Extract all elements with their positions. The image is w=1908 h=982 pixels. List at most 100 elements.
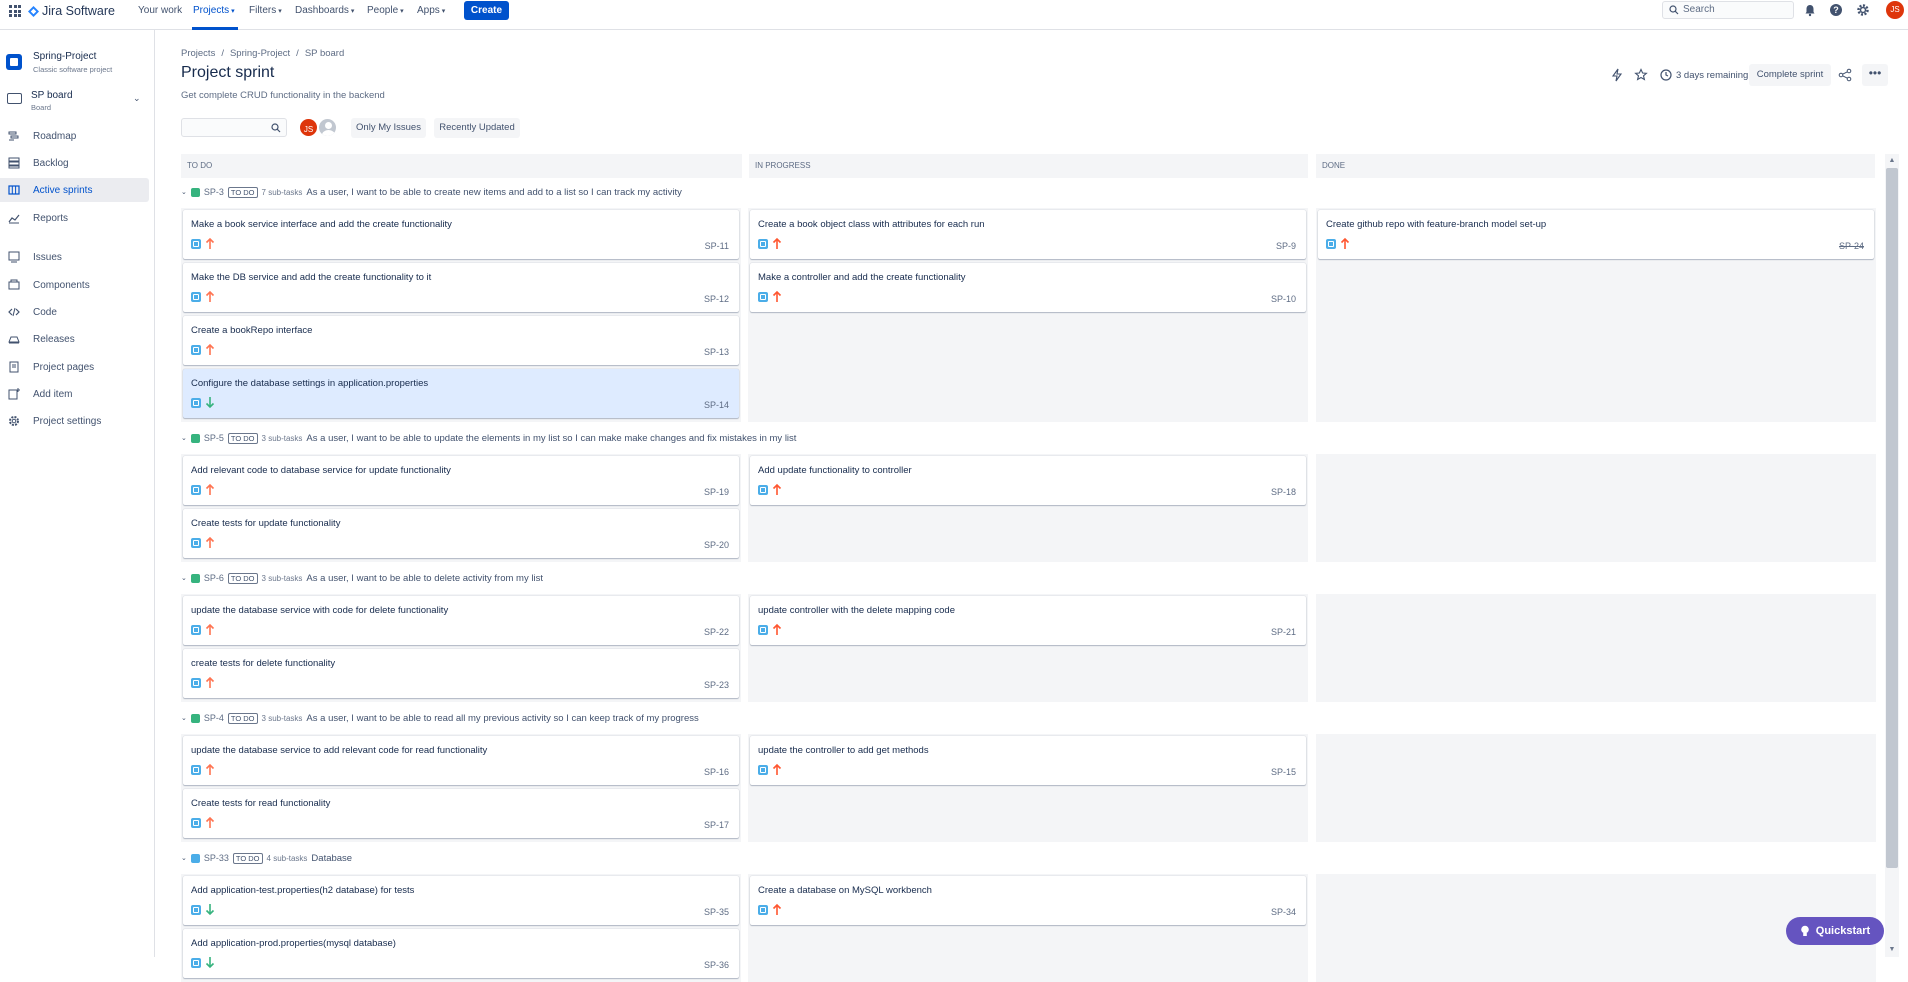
nav-your-work[interactable]: Your work [138,5,182,16]
issue-card[interactable]: update the database service with code fo… [183,596,739,645]
sidebar-item-project-pages[interactable]: Project pages [0,355,149,379]
chevron-down-icon[interactable]: ⌄ [181,714,187,722]
card-issue-key[interactable]: SP-24 [1839,241,1864,251]
parent-issue-key[interactable]: SP-33 [204,853,229,863]
parent-issue-key[interactable]: SP-3 [204,187,224,197]
complete-sprint-button[interactable]: Complete sprint [1749,64,1831,86]
card-issue-key[interactable]: SP-22 [704,627,729,637]
issue-card[interactable]: create tests for delete functionality SP-… [183,649,739,698]
sidebar-item-reports[interactable]: Reports [0,206,149,230]
sidebar-item-active-sprints[interactable]: Active sprints [0,178,149,202]
unassigned-avatar-filter[interactable] [317,117,338,138]
star-icon[interactable] [1634,68,1648,82]
chevron-down-icon[interactable]: ⌄ [181,574,187,582]
sidebar-item-backlog[interactable]: Backlog [0,151,149,175]
issue-card[interactable]: Configure the database settings in appli… [183,369,739,418]
nav-projects[interactable]: Projects ▾ [193,5,235,16]
card-issue-key[interactable]: SP-35 [704,907,729,917]
card-issue-key[interactable]: SP-10 [1271,294,1296,304]
scroll-up-arrow-icon[interactable]: ▲ [1886,155,1898,167]
nav-dashboards[interactable]: Dashboards ▾ [295,5,354,16]
card-issue-key[interactable]: SP-11 [705,241,729,251]
card-issue-key[interactable]: SP-13 [704,347,729,357]
column-header-in-progress: IN PROGRESS [749,154,1308,178]
issue-card[interactable]: Create tests for read functionality SP-17 [183,789,739,838]
settings-icon[interactable] [1856,3,1870,17]
issue-card[interactable]: Create github repo with feature-branch m… [1318,210,1874,259]
card-issue-key[interactable]: SP-36 [704,960,729,970]
chevron-down-icon[interactable]: ⌄ [181,188,187,196]
issue-card[interactable]: Make a book service interface and add th… [183,210,739,259]
scrollbar-thumb[interactable] [1886,168,1898,868]
card-issue-key[interactable]: SP-14 [704,400,729,410]
swimlane-header[interactable]: ⌄ SP-5 TO DO 3 sub-tasks As a user, I want t… [181,430,796,446]
issue-card[interactable]: Add relevant code to database service fo… [183,456,739,505]
card-title: Add relevant code to database service fo… [191,465,451,476]
issue-card[interactable]: Add application-test.properties(h2 datab… [183,876,739,925]
parent-issue-key[interactable]: SP-4 [204,713,224,723]
card-issue-key[interactable]: SP-17 [704,820,729,830]
swimlane-header[interactable]: ⌄ SP-4 TO DO 3 sub-tasks As a user, I want t… [181,710,699,726]
issue-card[interactable]: Make a controller and add the create fun… [750,263,1306,312]
notifications-icon[interactable] [1803,3,1817,17]
issue-card[interactable]: update the controller to add get methods… [750,736,1306,785]
card-issue-key[interactable]: SP-34 [1271,907,1296,917]
issue-card[interactable]: update the database service to add relev… [183,736,739,785]
card-issue-key[interactable]: SP-15 [1271,767,1296,777]
breadcrumb-projects[interactable]: Projects [181,48,215,59]
sidebar-item-issues[interactable]: Issues [0,245,149,269]
sidebar-item-releases[interactable]: Releases [0,327,149,351]
breadcrumb-board[interactable]: SP board [305,48,344,59]
sidebar-item-project-settings[interactable]: Project settings [0,409,149,433]
card-issue-key[interactable]: SP-19 [704,487,729,497]
issue-card[interactable]: Create a book object class with attribut… [750,210,1306,259]
app-switcher-icon[interactable] [9,5,21,17]
user-avatar[interactable]: JS [1886,1,1904,19]
issue-card[interactable]: update controller with the delete mappin… [750,596,1306,645]
project-name[interactable]: Spring-Project [33,51,96,62]
only-my-issues-filter[interactable]: Only My Issues [351,118,426,138]
card-issue-key[interactable]: SP-9 [1276,241,1296,251]
jira-logo[interactable]: Jira Software [28,4,115,18]
board-selector[interactable]: SP board [31,90,73,101]
board-search-input[interactable] [181,118,287,137]
swimlane-header[interactable]: ⌄ SP-33 TO DO 4 sub-tasks Database [181,850,352,866]
nav-apps[interactable]: Apps ▾ [417,5,445,16]
card-issue-key[interactable]: SP-21 [1271,627,1296,637]
chevron-down-icon[interactable]: ⌄ [181,434,187,442]
scroll-down-arrow-icon[interactable]: ▼ [1886,944,1898,956]
issue-card[interactable]: Create a bookRepo interface SP-13 [183,316,739,365]
card-issue-key[interactable]: SP-12 [704,294,729,304]
help-icon[interactable]: ? [1829,3,1843,17]
create-button[interactable]: Create [464,1,509,20]
sidebar-item-add-item[interactable]: Add item [0,382,149,406]
chevron-down-icon[interactable]: ⌄ [133,93,141,104]
issue-card[interactable]: Create tests for update functionality SP-… [183,509,739,558]
recently-updated-filter[interactable]: Recently Updated [434,118,520,138]
more-actions-button[interactable]: ••• [1862,64,1888,86]
sidebar-item-code[interactable]: Code [0,300,149,324]
card-issue-key[interactable]: SP-16 [704,767,729,777]
parent-issue-key[interactable]: SP-5 [204,433,224,443]
breadcrumb-project[interactable]: Spring-Project [230,48,290,59]
issue-card[interactable]: Add update functionality to controller SP… [750,456,1306,505]
issue-card[interactable]: Add application-prod.properties(mysql da… [183,929,739,978]
card-issue-key[interactable]: SP-23 [704,680,729,690]
sidebar-item-roadmap[interactable]: Roadmap [0,124,149,148]
swimlane-header[interactable]: ⌄ SP-3 TO DO 7 sub-tasks As a user, I want t… [181,184,682,200]
parent-issue-key[interactable]: SP-6 [204,573,224,583]
lightning-icon[interactable] [1610,68,1624,82]
search-input[interactable]: Search [1662,1,1794,19]
nav-filters[interactable]: Filters ▾ [249,5,282,16]
issue-card[interactable]: Create a database on MySQL workbench SP-3… [750,876,1306,925]
issue-card[interactable]: Make the DB service and add the create f… [183,263,739,312]
quickstart-button[interactable]: Quickstart [1786,917,1884,945]
sidebar-item-components[interactable]: Components [0,273,149,297]
chevron-down-icon[interactable]: ⌄ [181,854,187,862]
share-icon[interactable] [1838,68,1852,82]
swimlane-header[interactable]: ⌄ SP-6 TO DO 3 sub-tasks As a user, I want t… [181,570,543,586]
card-issue-key[interactable]: SP-20 [704,540,729,550]
card-issue-key[interactable]: SP-18 [1271,487,1296,497]
nav-people[interactable]: People ▾ [367,5,404,16]
assignee-avatar-filter[interactable]: JS [298,117,319,138]
